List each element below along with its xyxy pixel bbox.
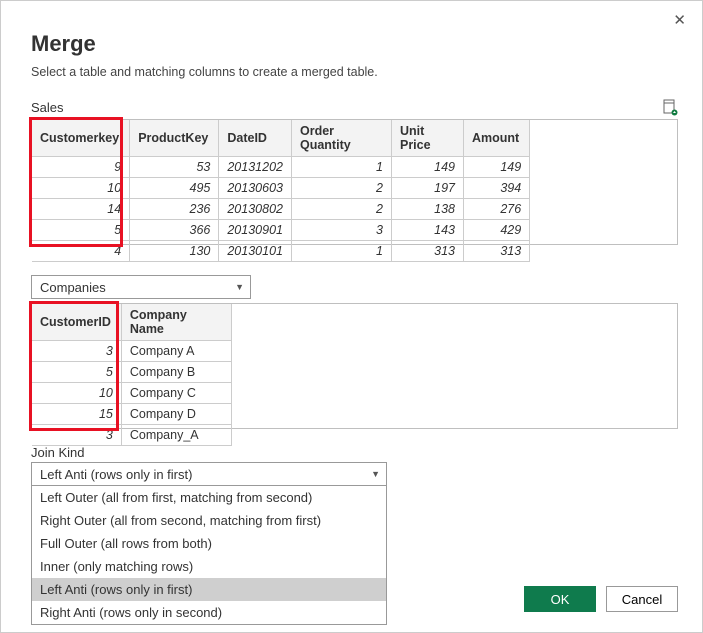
join-kind-option[interactable]: Left Anti (rows only in first) (32, 578, 386, 601)
cancel-button[interactable]: Cancel (606, 586, 678, 612)
col-customerid[interactable]: CustomerID (32, 304, 121, 341)
dialog-subtitle: Select a table and matching columns to c… (31, 65, 678, 79)
table-row[interactable]: 4130201301011313313 (32, 241, 530, 262)
table-row[interactable]: 15Company D (32, 404, 231, 425)
cell[interactable]: 3 (291, 220, 391, 241)
chevron-down-icon: ▼ (371, 469, 380, 479)
cell[interactable]: 3 (32, 341, 121, 362)
companies-table[interactable]: CustomerID Company Name 3Company A5Compa… (32, 304, 232, 446)
cell[interactable]: 5 (32, 220, 130, 241)
join-kind-option[interactable]: Right Anti (rows only in second) (32, 601, 386, 624)
cell[interactable]: 20130101 (219, 241, 292, 262)
col-productkey[interactable]: ProductKey (130, 120, 219, 157)
cell[interactable]: 10 (32, 178, 130, 199)
second-table-selected: Companies (40, 280, 106, 295)
join-kind-option[interactable]: Inner (only matching rows) (32, 555, 386, 578)
dialog-title: Merge (31, 31, 678, 57)
cell[interactable]: 366 (130, 220, 219, 241)
cell[interactable]: 197 (391, 178, 463, 199)
cell[interactable]: 10 (32, 383, 121, 404)
col-amount[interactable]: Amount (463, 120, 529, 157)
sales-table[interactable]: Customerkey ProductKey DateID Order Quan… (32, 120, 530, 262)
join-kind-option[interactable]: Right Outer (all from second, matching f… (32, 509, 386, 532)
table2-preview[interactable]: CustomerID Company Name 3Company A5Compa… (31, 303, 678, 429)
cell[interactable]: 138 (391, 199, 463, 220)
close-icon[interactable]: ✕ (673, 11, 686, 29)
ok-button[interactable]: OK (524, 586, 596, 612)
cell[interactable]: 20130603 (219, 178, 292, 199)
cell[interactable]: 394 (463, 178, 529, 199)
cell[interactable]: 495 (130, 178, 219, 199)
cell[interactable]: 20130901 (219, 220, 292, 241)
table-row[interactable]: 3Company A (32, 341, 231, 362)
cell[interactable]: 313 (463, 241, 529, 262)
cell[interactable]: 313 (391, 241, 463, 262)
table-row[interactable]: 5Company B (32, 362, 231, 383)
chevron-down-icon: ▼ (235, 282, 244, 292)
cell[interactable]: 1 (291, 157, 391, 178)
second-table-select[interactable]: Companies ▼ (31, 275, 251, 299)
join-kind-option[interactable]: Left Outer (all from first, matching fro… (32, 486, 386, 509)
table1-label: Sales (31, 100, 64, 115)
col-dateid[interactable]: DateID (219, 120, 292, 157)
cell[interactable]: 9 (32, 157, 130, 178)
col-orderqty[interactable]: Order Quantity (291, 120, 391, 157)
cell[interactable]: 130 (130, 241, 219, 262)
join-kind-option[interactable]: Full Outer (all rows from both) (32, 532, 386, 555)
cell[interactable]: 14 (32, 199, 130, 220)
table-row[interactable]: 5366201309013143429 (32, 220, 530, 241)
table-header-row[interactable]: Customerkey ProductKey DateID Order Quan… (32, 120, 530, 157)
table-row[interactable]: 3Company_A (32, 425, 231, 446)
cell[interactable]: 149 (463, 157, 529, 178)
table-row[interactable]: 953201312021149149 (32, 157, 530, 178)
table-row[interactable]: 14236201308022138276 (32, 199, 530, 220)
join-kind-dropdown[interactable]: Left Outer (all from first, matching fro… (31, 486, 387, 625)
cell[interactable]: 4 (32, 241, 130, 262)
cell[interactable]: 429 (463, 220, 529, 241)
cell[interactable]: Company C (121, 383, 231, 404)
cell[interactable]: 20130802 (219, 199, 292, 220)
join-kind-select[interactable]: Left Anti (rows only in first) ▼ (31, 462, 387, 486)
cell[interactable]: 53 (130, 157, 219, 178)
cell[interactable]: 20131202 (219, 157, 292, 178)
table-row[interactable]: 10Company C (32, 383, 231, 404)
cell[interactable]: 15 (32, 404, 121, 425)
cell[interactable]: 149 (391, 157, 463, 178)
join-kind-selected: Left Anti (rows only in first) (40, 467, 192, 482)
cell[interactable]: Company_A (121, 425, 231, 446)
col-companyname[interactable]: Company Name (121, 304, 231, 341)
cell[interactable]: 2 (291, 178, 391, 199)
table-header-row[interactable]: CustomerID Company Name (32, 304, 231, 341)
expand-table-icon[interactable] (662, 99, 678, 117)
col-customerkey[interactable]: Customerkey (32, 120, 130, 157)
col-unitprice[interactable]: Unit Price (391, 120, 463, 157)
cell[interactable]: 236 (130, 199, 219, 220)
cell[interactable]: 3 (32, 425, 121, 446)
cell[interactable]: 5 (32, 362, 121, 383)
table-row[interactable]: 10495201306032197394 (32, 178, 530, 199)
table1-preview[interactable]: Customerkey ProductKey DateID Order Quan… (31, 119, 678, 245)
cell[interactable]: 276 (463, 199, 529, 220)
cell[interactable]: 2 (291, 199, 391, 220)
cell[interactable]: Company B (121, 362, 231, 383)
merge-dialog: ✕ Merge Select a table and matching colu… (0, 0, 703, 633)
cell[interactable]: Company D (121, 404, 231, 425)
cell[interactable]: 1 (291, 241, 391, 262)
join-kind-label: Join Kind (31, 445, 678, 460)
cell[interactable]: 143 (391, 220, 463, 241)
cell[interactable]: Company A (121, 341, 231, 362)
